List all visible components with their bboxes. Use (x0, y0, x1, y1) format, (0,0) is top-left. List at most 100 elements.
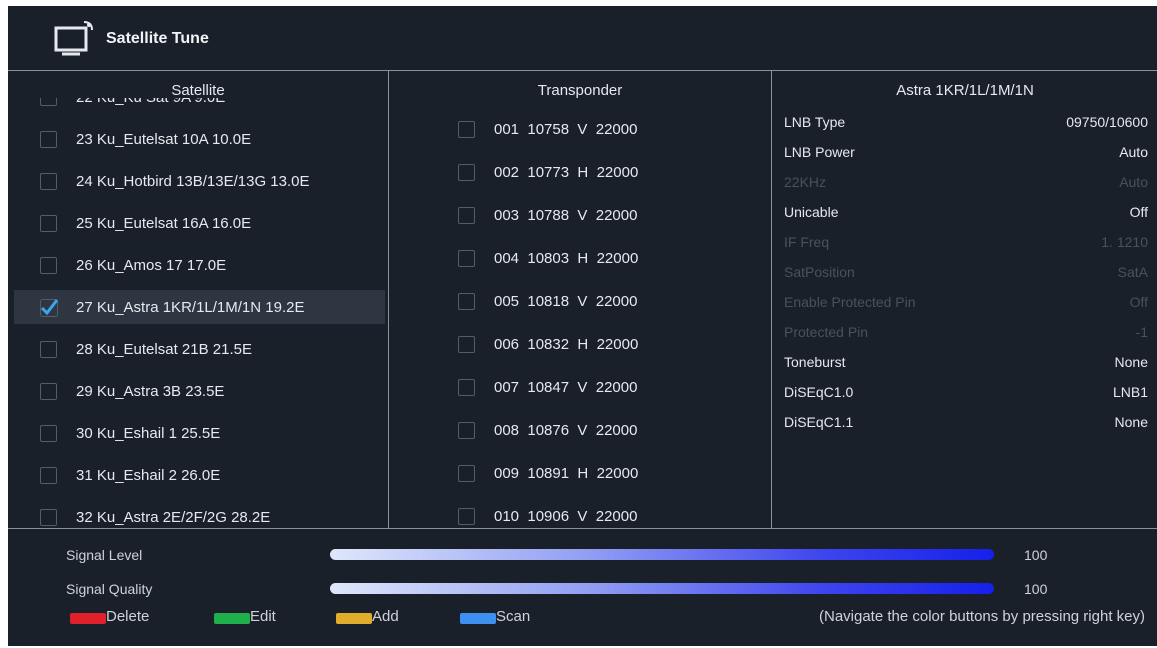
transponder-row[interactable]: 003 10788 V 22000 (390, 198, 770, 232)
satellite-checkbox[interactable] (40, 341, 57, 358)
lnb-setting-row: IF Freq 1. 1210 (784, 234, 1148, 258)
delete-button[interactable]: Delete (106, 608, 149, 625)
transponder-row[interactable]: 010 10906 V 22000 (390, 499, 770, 528)
satellite-row[interactable]: 22 Ku_Ku Sat 9A 9.0E (8, 98, 388, 114)
satellite-row[interactable]: 32 Ku_Astra 2E/2F/2G 28.2E (8, 500, 388, 528)
satellite-row[interactable]: 31 Ku_Eshail 2 26.0E (8, 458, 388, 492)
add-color-key[interactable] (336, 613, 372, 624)
transponder-row[interactable]: 008 10876 V 22000 (390, 413, 770, 447)
satellite-checkbox[interactable] (40, 509, 57, 526)
lnb-setting-row[interactable]: DiSEqC1.1 None (784, 414, 1148, 438)
satellite-checkbox[interactable] (40, 131, 57, 148)
transponder-checkbox[interactable] (458, 336, 475, 353)
transponder-checkbox[interactable] (458, 465, 475, 482)
lnb-setting-label: LNB Power (784, 144, 855, 160)
lnb-setting-label: IF Freq (784, 234, 830, 250)
lnb-setting-value[interactable]: None (1115, 354, 1148, 370)
transponder-row[interactable]: 009 10891 H 22000 (390, 456, 770, 490)
lnb-setting-value[interactable]: 09750/10600 (1066, 114, 1148, 130)
satellite-checkbox[interactable] (40, 98, 57, 106)
lnb-setting-row: Protected Pin -1 (784, 324, 1148, 348)
lnb-setting-label: Toneburst (784, 354, 846, 370)
transponder-checkbox[interactable] (458, 508, 475, 525)
signal-quality-value: 100 (1024, 581, 1048, 597)
satellite-checkbox[interactable] (40, 467, 57, 484)
signal-quality-bar (330, 583, 994, 594)
column-divider-1 (388, 70, 389, 528)
lnb-setting-row[interactable]: LNB Power Auto (784, 144, 1148, 168)
transponder-checkbox[interactable] (458, 379, 475, 396)
add-button[interactable]: Add (372, 608, 399, 625)
transponder-list[interactable]: 001 10758 V 22000 002 10773 H 22000 003 10… (390, 98, 770, 528)
transponder-label: 001 10758 V 22000 (494, 121, 638, 138)
satellite-row[interactable]: 29 Ku_Astra 3B 23.5E (8, 374, 388, 408)
lnb-setting-row[interactable]: DiSEqC1.0 LNB1 (784, 384, 1148, 408)
satellite-row[interactable]: 24 Ku_Hotbird 13B/13E/13G 13.0E (8, 164, 388, 198)
lnb-setting-row: SatPosition SatA (784, 264, 1148, 288)
transponder-column-header: Transponder (537, 82, 623, 99)
transponder-row[interactable]: 004 10803 H 22000 (390, 241, 770, 275)
transponder-row[interactable]: 002 10773 H 22000 (390, 155, 770, 189)
satellite-row[interactable]: 25 Ku_Eutelsat 16A 16.0E (8, 206, 388, 240)
transponder-label: 010 10906 V 22000 (494, 508, 638, 525)
lnb-setting-value[interactable]: Auto (1119, 144, 1148, 160)
footer-divider (8, 528, 1157, 529)
transponder-checkbox[interactable] (458, 422, 475, 439)
lnb-setting-value: Auto (1119, 174, 1148, 190)
lnb-setting-label: Protected Pin (784, 324, 869, 340)
signal-quality-label: Signal Quality (66, 581, 153, 597)
scan-color-key[interactable] (460, 613, 496, 624)
lnb-setting-row[interactable]: Unicable Off (784, 204, 1148, 228)
header: Satellite Tune (8, 6, 1157, 72)
transponder-row[interactable]: 001 10758 V 22000 (390, 112, 770, 146)
satellite-tv-icon (54, 21, 93, 56)
satellite-tune-screen: Satellite Tune Satellite Transponder Ast… (8, 6, 1157, 646)
satellite-row[interactable]: 30 Ku_Eshail 1 25.5E (8, 416, 388, 450)
edit-button[interactable]: Edit (250, 608, 276, 625)
signal-level-bar (330, 549, 994, 560)
lnb-setting-label: DiSEqC1.1 (784, 414, 854, 430)
lnb-setting-value: 1. 1210 (1101, 234, 1148, 250)
satellite-list[interactable]: 22 Ku_Ku Sat 9A 9.0E 23 Ku_Eutelsat 10A 1… (8, 98, 388, 528)
lnb-setting-value[interactable]: None (1115, 414, 1148, 430)
satellite-checkbox[interactable] (40, 215, 57, 232)
transponder-label: 003 10788 V 22000 (494, 207, 638, 224)
satellite-checkbox[interactable] (40, 257, 57, 274)
scan-button[interactable]: Scan (496, 608, 530, 625)
header-divider (8, 70, 1157, 71)
lnb-setting-label: SatPosition (784, 264, 855, 280)
transponder-checkbox[interactable] (458, 207, 475, 224)
satellite-checkbox[interactable] (40, 383, 57, 400)
satellite-checkbox[interactable] (40, 299, 59, 317)
edit-color-key[interactable] (214, 613, 250, 624)
lnb-setting-row[interactable]: Toneburst None (784, 354, 1148, 378)
lnb-setting-label: LNB Type (784, 114, 846, 130)
satellite-label: 22 Ku_Ku Sat 9A 9.0E (76, 98, 225, 106)
lnb-setting-row[interactable]: LNB Type 09750/10600 (784, 114, 1148, 138)
checkmark-icon (40, 299, 59, 317)
lnb-settings-panel: LNB Type 09750/10600 LNB Power Auto 22KHz Aut… (784, 98, 1148, 528)
transponder-row[interactable]: 006 10832 H 22000 (390, 327, 770, 361)
delete-color-key[interactable] (70, 613, 106, 624)
transponder-checkbox[interactable] (458, 164, 475, 181)
satellite-checkbox[interactable] (40, 173, 57, 190)
satellite-row[interactable]: 23 Ku_Eutelsat 10A 10.0E (8, 122, 388, 156)
navigation-hint: (Navigate the color buttons by pressing … (819, 608, 1145, 625)
lnb-setting-value[interactable]: Off (1130, 204, 1148, 220)
satellite-label: 31 Ku_Eshail 2 26.0E (76, 467, 221, 484)
satellite-row[interactable]: 28 Ku_Eutelsat 21B 21.5E (8, 332, 388, 366)
lnb-setting-value[interactable]: LNB1 (1113, 384, 1148, 400)
satellite-label: 23 Ku_Eutelsat 10A 10.0E (76, 131, 252, 148)
transponder-row[interactable]: 005 10818 V 22000 (390, 284, 770, 318)
signal-level-value: 100 (1024, 547, 1048, 563)
transponder-checkbox[interactable] (458, 121, 475, 138)
satellite-checkbox[interactable] (40, 425, 57, 442)
satellite-row[interactable]: 26 Ku_Amos 17 17.0E (8, 248, 388, 282)
transponder-row[interactable]: 007 10847 V 22000 (390, 370, 770, 404)
satellite-label: 28 Ku_Eutelsat 21B 21.5E (76, 341, 252, 358)
satellite-column-header: Satellite (171, 82, 225, 99)
satellite-row[interactable]: 27 Ku_Astra 1KR/1L/1M/1N 19.2E (14, 290, 385, 324)
transponder-checkbox[interactable] (458, 250, 475, 267)
lnb-setting-label: 22KHz (784, 174, 827, 190)
transponder-checkbox[interactable] (458, 293, 475, 310)
